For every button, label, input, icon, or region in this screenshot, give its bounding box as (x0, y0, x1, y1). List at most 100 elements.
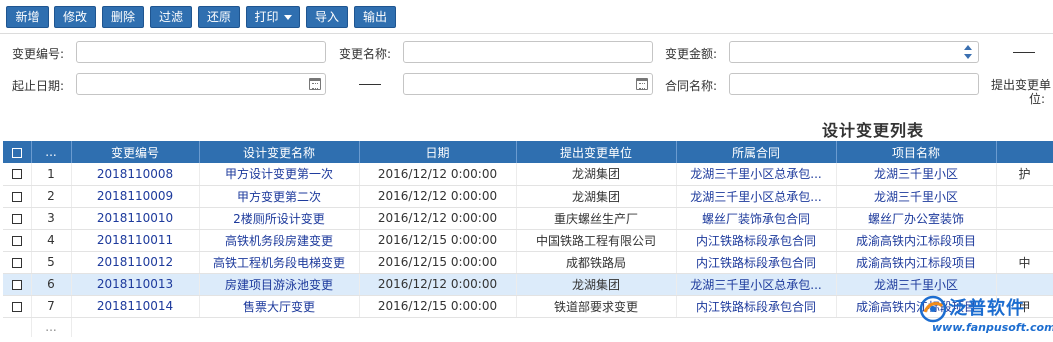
col-header-project[interactable]: 项目名称 (836, 141, 997, 163)
contract-name-field[interactable] (729, 73, 979, 95)
delete-button[interactable]: 删除 (102, 6, 144, 28)
contract-cell[interactable]: 龙湖三千里小区总承包... (676, 185, 837, 208)
checkbox-icon[interactable] (11, 191, 22, 202)
project-cell[interactable]: 龙湖三千里小区 (836, 185, 997, 208)
contract-cell[interactable]: 内江铁路标段承包合同 (676, 251, 837, 274)
change-name-cell[interactable]: 甲方设计变更第一次 (199, 163, 360, 186)
table-more-row: ... (3, 317, 1053, 337)
project-cell[interactable]: 螺丝厂办公室装饰 (836, 207, 997, 230)
row-checkbox[interactable] (3, 207, 32, 230)
project-cell[interactable]: 成渝高铁内江标段项目 (836, 229, 997, 252)
checkbox-icon[interactable] (11, 169, 22, 180)
row-checkbox[interactable] (3, 295, 32, 318)
col-header-contract[interactable]: 所属合同 (676, 141, 837, 163)
col-header-date[interactable]: 日期 (359, 141, 517, 163)
change-name-cell[interactable]: 售票大厅变更 (199, 295, 360, 318)
change-no-cell[interactable]: 2018110012 (71, 251, 200, 274)
date-end-field[interactable] (403, 73, 653, 95)
change-name-cell[interactable]: 高铁工程机务段电梯变更 (199, 251, 360, 274)
table-row[interactable]: 5 2018110012 高铁工程机务段电梯变更 2016/12/15 0:00:00… (3, 251, 1053, 274)
date-separator (359, 84, 381, 85)
contract-cell[interactable]: 龙湖三千里小区总承包... (676, 163, 837, 186)
export-button[interactable]: 输出 (354, 6, 396, 28)
spinner-icon[interactable] (964, 45, 972, 59)
change-name-cell[interactable]: 甲方变更第二次 (199, 185, 360, 208)
submit-unit-cell: 龙湖集团 (516, 163, 677, 186)
project-cell[interactable]: 龙湖三千里小区 (836, 163, 997, 186)
watermark-brand: 泛普软件 (949, 298, 1025, 319)
checkbox-icon[interactable] (11, 147, 22, 158)
table-row[interactable]: 2 2018110009 甲方变更第二次 2016/12/12 0:00:00 龙湖集团… (3, 185, 1053, 208)
change-no-input[interactable] (77, 42, 325, 62)
select-all-header[interactable] (3, 141, 32, 163)
change-no-cell[interactable]: 2018110010 (71, 207, 200, 230)
date-cell: 2016/12/12 0:00:00 (359, 185, 517, 208)
row-checkbox[interactable] (3, 185, 32, 208)
table-row[interactable]: 1 2018110008 甲方设计变更第一次 2016/12/12 0:00:00 龙湖… (3, 163, 1053, 186)
date-start-input[interactable] (77, 74, 325, 94)
change-no-cell[interactable]: 2018110013 (71, 273, 200, 296)
change-name-label: 变更名称: (339, 47, 392, 61)
col-header-change-no[interactable]: 变更编号 (71, 141, 200, 163)
submit-unit-cell: 铁道部要求变更 (516, 295, 677, 318)
table-header: ... 变更编号 设计变更名称 日期 提出变更单位 所属合同 项目名称 (3, 141, 1053, 163)
date-start-field[interactable] (76, 73, 326, 95)
row-index: 1 (31, 163, 72, 186)
checkbox-icon[interactable] (11, 213, 22, 224)
list-title: 设计变更列表 (822, 121, 925, 140)
checkbox-icon[interactable] (11, 257, 22, 268)
fanpu-logo-icon (919, 295, 947, 323)
watermark-url: www.fanpusoft.com (932, 321, 1053, 334)
checkbox-icon[interactable] (11, 279, 22, 290)
add-button[interactable]: 新增 (6, 6, 49, 28)
row-checkbox[interactable] (3, 251, 32, 274)
reset-button[interactable]: 还原 (198, 6, 240, 28)
contract-cell[interactable]: 内江铁路标段承包合同 (676, 295, 837, 318)
change-amount-input[interactable] (730, 42, 978, 62)
contract-cell[interactable]: 内江铁路标段承包合同 (676, 229, 837, 252)
import-button[interactable]: 导入 (306, 6, 348, 28)
change-name-cell[interactable]: 高铁机务段房建变更 (199, 229, 360, 252)
row-index: 5 (31, 251, 72, 274)
change-no-field[interactable] (76, 41, 326, 63)
more-spacer (71, 317, 1053, 337)
change-no-cell[interactable]: 2018110008 (71, 163, 200, 186)
col-header-index: ... (31, 141, 72, 163)
filter-button[interactable]: 过滤 (150, 6, 192, 28)
col-header-change-name[interactable]: 设计变更名称 (199, 141, 360, 163)
row-checkbox[interactable] (3, 273, 32, 296)
date-range-label: 起止日期: (12, 79, 65, 93)
checkbox-icon[interactable] (11, 235, 22, 246)
project-cell[interactable]: 成渝高铁内江标段项目 (836, 251, 997, 274)
table-row[interactable]: 3 2018110010 2楼厕所设计变更 2016/12/12 0:00:00 重庆螺… (3, 207, 1053, 230)
checkbox-icon[interactable] (11, 301, 22, 312)
change-name-input[interactable] (404, 42, 652, 62)
more-spacer (3, 317, 32, 337)
contract-name-input[interactable] (730, 74, 978, 94)
table-row[interactable]: 4 2018110011 高铁机务段房建变更 2016/12/15 0:00:00 中国… (3, 229, 1053, 252)
date-cell: 2016/12/12 0:00:00 (359, 273, 517, 296)
col-header-submit-unit[interactable]: 提出变更单位 (516, 141, 677, 163)
contract-cell[interactable]: 螺丝厂装饰承包合同 (676, 207, 837, 230)
row-checkbox[interactable] (3, 229, 32, 252)
row-checkbox[interactable] (3, 163, 32, 186)
edit-button[interactable]: 修改 (54, 6, 96, 28)
print-button[interactable]: 打印 (246, 6, 300, 28)
change-name-cell[interactable]: 2楼厕所设计变更 (199, 207, 360, 230)
change-no-cell[interactable]: 2018110011 (71, 229, 200, 252)
more-indicator: ... (31, 317, 72, 337)
table-row[interactable]: 7 2018110014 售票大厅变更 2016/12/15 0:00:00 铁道部要求… (3, 295, 1053, 318)
table-row[interactable]: 6 2018110013 房建项目游泳池变更 2016/12/12 0:00:00 龙湖… (3, 273, 1053, 296)
calendar-icon[interactable] (309, 78, 321, 90)
contract-cell[interactable]: 龙湖三千里小区总承包... (676, 273, 837, 296)
calendar-icon[interactable] (636, 78, 648, 90)
change-name-field[interactable] (403, 41, 653, 63)
date-cell: 2016/12/12 0:00:00 (359, 207, 517, 230)
extra-cell (996, 229, 1053, 252)
change-no-cell[interactable]: 2018110014 (71, 295, 200, 318)
change-name-cell[interactable]: 房建项目游泳池变更 (199, 273, 360, 296)
print-button-label: 打印 (254, 10, 279, 24)
change-amount-field[interactable] (729, 41, 979, 63)
date-end-input[interactable] (404, 74, 652, 94)
change-no-cell[interactable]: 2018110009 (71, 185, 200, 208)
